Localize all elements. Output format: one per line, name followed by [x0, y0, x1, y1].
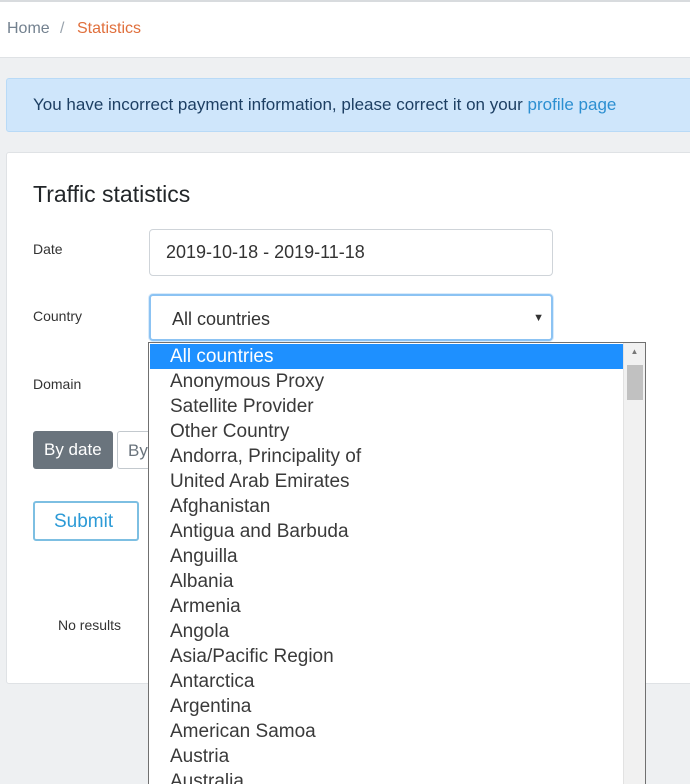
country-options: All countries Anonymous Proxy Satellite …	[150, 344, 623, 784]
date-label: Date	[33, 241, 63, 257]
country-option[interactable]: Antarctica	[150, 669, 623, 694]
country-dropdown-list[interactable]: All countries Anonymous Proxy Satellite …	[148, 342, 646, 784]
country-select[interactable]: All countries ▼	[149, 294, 553, 341]
by-date-label: By date	[44, 440, 102, 459]
date-range-value: 2019-10-18 - 2019-11-18	[166, 242, 365, 262]
dropdown-scrollbar[interactable]: ▲	[623, 343, 645, 784]
group-by-other-label: By	[128, 441, 148, 460]
submit-label: Submit	[54, 511, 114, 532]
country-option[interactable]: Andorra, Principality of	[150, 444, 623, 469]
country-option[interactable]: All countries	[150, 344, 623, 369]
domain-label: Domain	[33, 376, 82, 392]
country-option[interactable]: United Arab Emirates	[150, 469, 623, 494]
submit-button[interactable]: Submit	[33, 501, 139, 541]
card-title: Traffic statistics	[33, 181, 191, 207]
country-option[interactable]: Anguilla	[150, 544, 623, 569]
country-option[interactable]: Antigua and Barbuda	[150, 519, 623, 544]
breadcrumb: Home / Statistics	[0, 2, 690, 58]
scroll-up-arrow-icon[interactable]: ▲	[624, 345, 645, 359]
country-option[interactable]: Afghanistan	[150, 494, 623, 519]
country-option[interactable]: Armenia	[150, 594, 623, 619]
country-option[interactable]: Anonymous Proxy	[150, 369, 623, 394]
country-option[interactable]: American Samoa	[150, 719, 623, 744]
country-option[interactable]: Angola	[150, 619, 623, 644]
no-results-text: No results	[58, 617, 122, 633]
country-option[interactable]: Argentina	[150, 694, 623, 719]
payment-alert: You have incorrect payment information, …	[6, 78, 690, 132]
profile-page-link[interactable]: profile page	[528, 95, 617, 114]
by-date-button[interactable]: By date	[33, 431, 113, 469]
breadcrumb-separator: /	[60, 20, 65, 37]
country-label: Country	[33, 308, 83, 324]
country-option[interactable]: Other Country	[150, 419, 623, 444]
country-option[interactable]: Satellite Provider	[150, 394, 623, 419]
date-range-input[interactable]: 2019-10-18 - 2019-11-18	[149, 229, 553, 276]
country-option[interactable]: Austria	[150, 744, 623, 769]
breadcrumb-home-link[interactable]: Home	[7, 20, 50, 38]
breadcrumb-current: Statistics	[77, 20, 142, 37]
alert-message: You have incorrect payment information, …	[33, 95, 528, 114]
country-option[interactable]: Albania	[150, 569, 623, 594]
country-option[interactable]: Asia/Pacific Region	[150, 644, 623, 669]
country-selected-value: All countries	[172, 309, 271, 329]
scrollbar-thumb[interactable]	[627, 365, 643, 400]
dropdown-arrow-icon: ▼	[533, 312, 544, 324]
country-option[interactable]: Australia	[150, 769, 623, 784]
